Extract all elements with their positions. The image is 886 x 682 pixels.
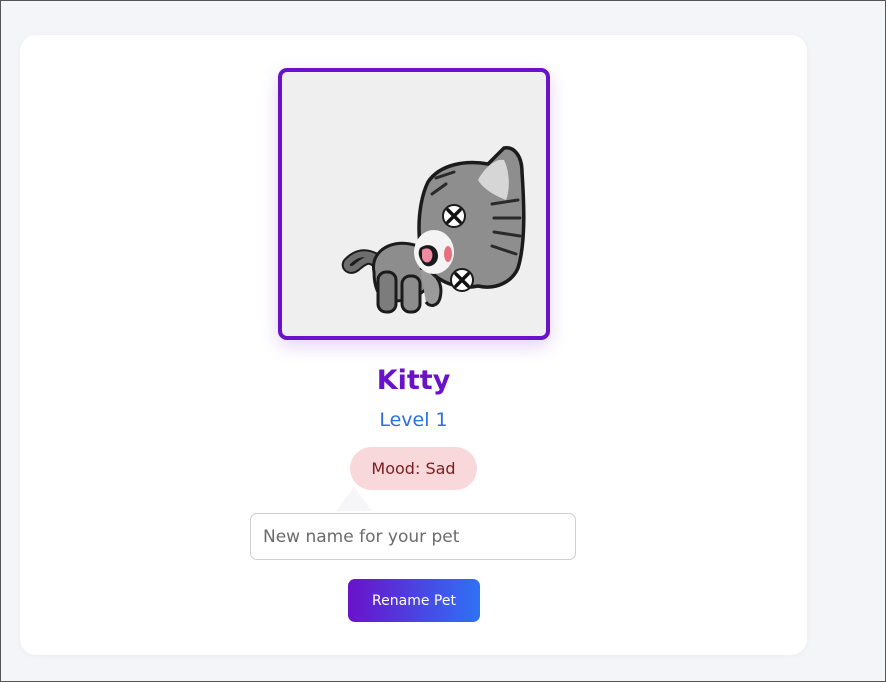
mood-badge: Mood: Sad [350,447,477,490]
rename-pet-button[interactable]: Rename Pet [348,579,480,622]
pet-card: Kitty Level 1 Mood: Sad Rename Pet [20,35,807,655]
pet-level: Level 1 [379,409,448,431]
pet-image-frame [278,68,550,340]
pet-name: Kitty [376,365,451,396]
mood-badge-pointer [336,487,372,511]
pet-name-input[interactable] [250,513,576,560]
sad-cat-icon [341,146,526,314]
